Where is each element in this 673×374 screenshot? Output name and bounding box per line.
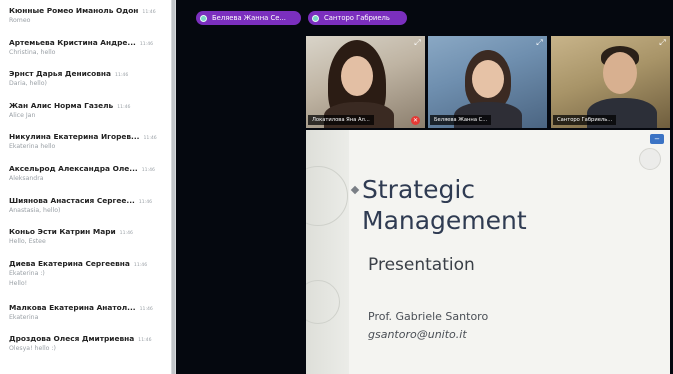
- chat-time: 11:46: [119, 231, 133, 237]
- participant-video-tile[interactable]: ⤢ Санторо Габриель...: [551, 36, 670, 128]
- chat-time: 11:46: [142, 10, 156, 15]
- slide-author: Prof. Gabriele Santoro: [368, 310, 489, 323]
- presentation-slide: Strategic Management Presentation Prof. …: [306, 130, 670, 374]
- chat-text: Ekaterina :): [9, 269, 45, 277]
- chat-message: Дроздова Олеся Дмитриевна 11:46 Olesya! h…: [0, 334, 171, 366]
- chat-sender: Эрнст Дарья Денисовна: [9, 69, 112, 79]
- chat-time: 11:46: [139, 306, 153, 312]
- chat-sender: Никулина Екатерина Игорев...: [9, 132, 140, 142]
- chat-panel[interactable]: Кюнные Ромео Иманоль Одон 11:46 Romeo Арт…: [0, 0, 171, 374]
- participant-face: [472, 60, 504, 98]
- chat-text: Daria, hello): [9, 80, 47, 88]
- chat-time: 11:46: [115, 73, 129, 79]
- chat-text: Alice Jan: [9, 111, 36, 119]
- chat-sender: Малкова Екатерина Анатол...: [9, 302, 136, 312]
- chat-message: Артемьева Кристина Андре... 11:46 Christi…: [0, 38, 171, 70]
- chat-sender: Кюнные Ромео Иманоль Одон: [9, 6, 139, 15]
- chat-message: Диева Екатерина Сергеевна 11:46 Ekaterina…: [0, 259, 171, 303]
- chat-time: 11:46: [133, 262, 148, 268]
- chat-sender: Аксельрод Александра Оле...: [9, 163, 138, 173]
- slide-title: Strategic Management: [362, 175, 527, 235]
- chat-text: Aleksandra: [9, 174, 44, 182]
- participant-name: Санторо Габриель...: [553, 115, 617, 125]
- speaking-indicator-icon: [200, 14, 207, 22]
- chat-sender: Дроздова Олеся Дмитриевна: [9, 334, 135, 344]
- chat-message: Малкова Екатерина Анатол... 11:46 Ekateri…: [0, 303, 171, 335]
- participant-name: Локатилова Яна Ал...: [308, 115, 374, 125]
- expand-icon[interactable]: ⤢: [413, 38, 422, 47]
- chat-time: 11:46: [141, 167, 155, 173]
- chat-text: Ekaterina: [9, 313, 39, 321]
- speaking-indicator-icon: [312, 14, 319, 22]
- chat-text: Christina, hello: [9, 48, 56, 56]
- participant-name: Беляева Жанна С...: [430, 115, 492, 125]
- chat-sender: Коньо Эсти Катрин Мари: [9, 227, 116, 237]
- chat-sender: Диева Екатерина Сергеевна: [9, 258, 130, 268]
- chat-message: Жан Алис Норма Газель 11:46 Alice Jan: [0, 101, 171, 133]
- expand-icon[interactable]: ⤢: [658, 38, 667, 47]
- expand-icon[interactable]: ⤢: [535, 38, 544, 47]
- slide-email: gsantoro@unito.it: [368, 328, 467, 341]
- participant-video-tile[interactable]: ⤢ Беляева Жанна С...: [428, 36, 547, 128]
- chat-message: Никулина Екатерина Игорев... 11:46 Ekater…: [0, 132, 171, 164]
- participant-face: [341, 56, 373, 96]
- active-speaker-pill[interactable]: Санторо Габриель: [308, 11, 407, 25]
- chat-sender: Жан Алис Норма Газель: [9, 100, 114, 110]
- chat-text: Ekaterina hello: [9, 143, 56, 151]
- chat-text: Romeo: [9, 17, 31, 24]
- university-seal-icon: [639, 148, 661, 170]
- speaker-name: Беляева Жанна Се...: [212, 14, 286, 22]
- chat-text: Hello, Estee: [9, 238, 46, 246]
- participant-video-tile[interactable]: ⤢ Локатилова Яна Ал... ✕: [306, 36, 425, 128]
- microphone-off-icon: ✕: [411, 116, 420, 125]
- chat-message: Эрнст Дарья Денисовна 11:46 Daria, hello): [0, 69, 171, 101]
- chat-time: 11:46: [143, 136, 157, 142]
- participant-face: [603, 52, 637, 94]
- chat-time: 11:46: [138, 199, 153, 205]
- slide-subtitle: Presentation: [368, 255, 475, 275]
- chat-sender: Шиянова Анастасия Сергее...: [9, 195, 135, 205]
- chat-text: Olesya! hello :): [9, 345, 56, 353]
- chat-sender: Артемьева Кристина Андре...: [9, 37, 136, 47]
- speaker-name: Санторо Габриель: [324, 14, 390, 22]
- active-speaker-pill[interactable]: Беляева Жанна Се...: [196, 11, 301, 25]
- chat-time: 11:46: [117, 104, 131, 110]
- chat-scrollbar-thumb[interactable]: [172, 0, 175, 374]
- minimize-icon[interactable]: −: [650, 134, 664, 144]
- chat-message: Кюнные Ромео Иманоль Одон 11:46 Romeo: [0, 6, 171, 38]
- chat-message: Коньо Эсти Катрин Мари 11:46 Hello, Estee: [0, 227, 171, 259]
- chat-time: 11:46: [139, 41, 154, 47]
- chat-text: Anastasia, hello): [9, 206, 61, 214]
- chat-message: Шиянова Анастасия Сергее... 11:46 Anastas…: [0, 196, 171, 228]
- chat-time: 11:46: [138, 338, 152, 344]
- chat-message: Аксельрод Александра Оле... 11:46 Aleksan…: [0, 164, 171, 196]
- chat-text: Hello!: [9, 279, 28, 287]
- slide-pointer-icon: [350, 185, 360, 195]
